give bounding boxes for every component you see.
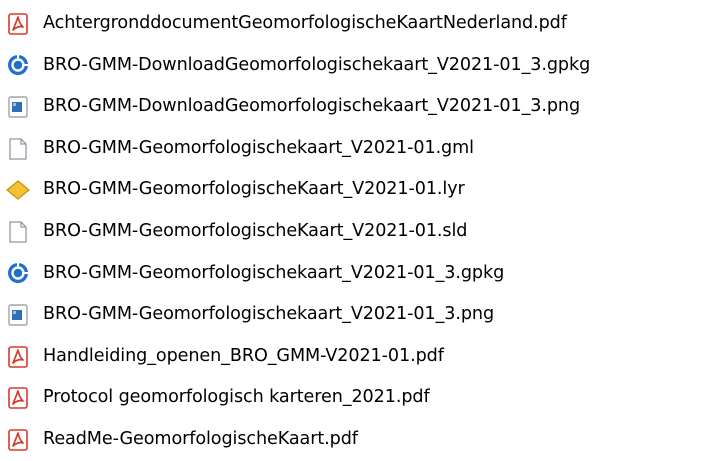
file-list: AchtergronddocumentGeomorfologischeKaart… bbox=[0, 0, 720, 459]
file-row[interactable]: BRO-GMM-DownloadGeomorfologischekaart_V2… bbox=[0, 45, 720, 87]
file-row[interactable]: ReadMe-GeomorfologischeKaart.pdf bbox=[0, 419, 720, 461]
file-row[interactable]: BRO-GMM-GeomorfologischeKaart_V2021-01.l… bbox=[0, 169, 720, 211]
file-name: Protocol geomorfologisch karteren_2021.p… bbox=[43, 387, 430, 408]
file-name: BRO-GMM-Geomorfologischekaart_V2021-01.g… bbox=[43, 137, 474, 158]
pdf-icon bbox=[6, 12, 30, 36]
png-image-icon bbox=[6, 95, 30, 119]
png-image-icon bbox=[6, 303, 30, 327]
file-name: BRO-GMM-GeomorfologischeKaart_V2021-01.s… bbox=[43, 220, 468, 241]
file-row[interactable]: Protocol geomorfologisch karteren_2021.p… bbox=[0, 377, 720, 419]
blank-file-icon bbox=[6, 137, 30, 161]
pdf-icon bbox=[6, 345, 30, 369]
file-name: BRO-GMM-GeomorfologischeKaart_V2021-01.l… bbox=[43, 179, 465, 200]
file-name: AchtergronddocumentGeomorfologischeKaart… bbox=[43, 13, 567, 33]
blank-file-icon bbox=[6, 220, 30, 244]
gpkg-icon bbox=[6, 53, 30, 77]
file-row[interactable]: AchtergronddocumentGeomorfologischeKaart… bbox=[0, 3, 720, 45]
file-name: BRO-GMM-Geomorfologischekaart_V2021-01_3… bbox=[43, 304, 495, 325]
file-name: ReadMe-GeomorfologischeKaart.pdf bbox=[43, 428, 358, 449]
file-row[interactable]: BRO-GMM-GeomorfologischeKaart_V2021-01.s… bbox=[0, 211, 720, 253]
file-row[interactable]: BRO-GMM-Geomorfologischekaart_V2021-01_3… bbox=[0, 253, 720, 295]
file-name: Handleiding_openen_BRO_GMM-V2021-01.pdf bbox=[43, 345, 444, 366]
file-row[interactable]: Handleiding_openen_BRO_GMM-V2021-01.pdf bbox=[0, 336, 720, 378]
file-name: BRO-GMM-DownloadGeomorfologischekaart_V2… bbox=[43, 54, 591, 75]
pdf-icon bbox=[6, 386, 30, 410]
file-row[interactable]: BRO-GMM-Geomorfologischekaart_V2021-01.g… bbox=[0, 128, 720, 170]
file-row[interactable]: BRO-GMM-DownloadGeomorfologischekaart_V2… bbox=[0, 86, 720, 128]
file-name: BRO-GMM-Geomorfologischekaart_V2021-01_3… bbox=[43, 262, 505, 283]
file-name: BRO-GMM-DownloadGeomorfologischekaart_V2… bbox=[43, 96, 581, 117]
file-row[interactable]: BRO-GMM-Geomorfologischekaart_V2021-01_3… bbox=[0, 294, 720, 336]
pdf-icon bbox=[6, 428, 30, 452]
gpkg-icon bbox=[6, 261, 30, 285]
layer-file-icon bbox=[6, 178, 30, 202]
